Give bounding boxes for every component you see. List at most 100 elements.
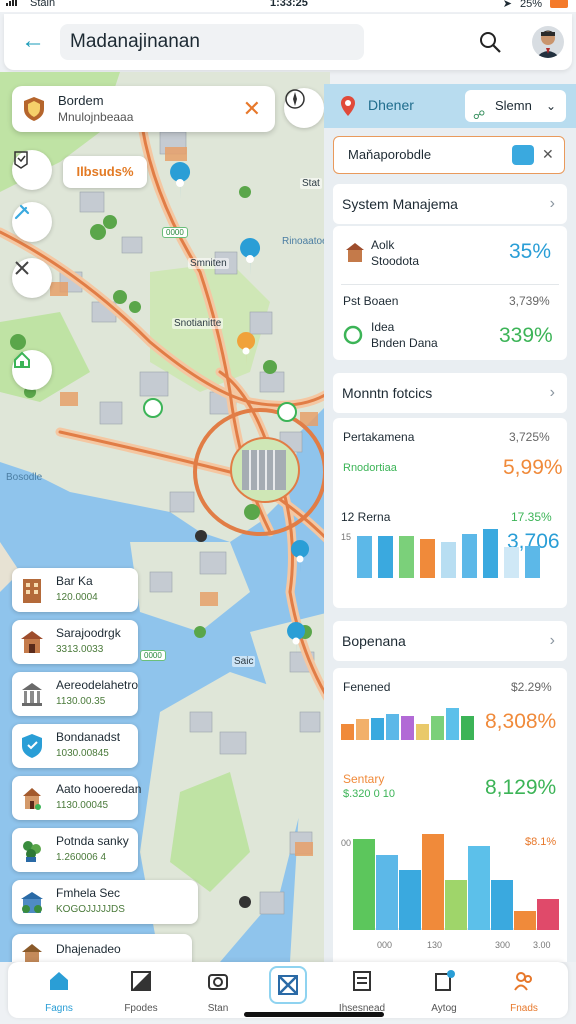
home-marker-button[interactable] [12,350,52,390]
stat-sub: $.320 0 10 [343,788,395,800]
water-label: Bosodle [6,472,43,483]
chart-bar [462,534,477,578]
list-item[interactable]: Dhajenadeo [12,934,192,962]
axis-label: 00 [341,838,352,848]
nav-list[interactable]: Ihsesnead [326,968,398,1014]
panel-header: Dhener ☍ Slemn ⌄ [324,84,576,128]
location-arrow-icon: ➤ [502,0,512,10]
list-item[interactable]: Fmhela Sec KOGOJJJJJDS [12,880,198,924]
place-code: 3313.0033 [56,644,104,655]
chevron-right-icon: › [549,384,555,401]
chart-bar [399,536,414,578]
church-icon [23,788,41,810]
section-header[interactable]: Bopenana › [333,621,567,661]
section-header[interactable]: Monntn fotcics › [333,373,567,413]
chart-bar [422,834,444,930]
list-item[interactable]: Potnda sanky 1.260006 4 [12,828,138,872]
nav-home[interactable]: Fagns [23,968,95,1014]
shield-icon [24,97,44,121]
chart-bar [431,716,444,740]
filter-text: Maňaporobdle [348,147,432,162]
location-title: Bordem [58,93,104,108]
building-icon [23,579,41,603]
plant-icon [23,841,41,862]
nav-label: Stan [207,1003,229,1014]
home-indicator [244,1012,384,1017]
binoculars-icon: ☍ [473,108,486,122]
nav-label: Fpodes [124,1003,158,1014]
stat-label: Idea [371,320,395,334]
chart-bar [401,716,414,740]
x-tick: 130 [427,940,443,950]
nav-label: Aytog [431,1003,457,1014]
place-name: Aato hooeredan [56,782,142,796]
mini-bar-chart [341,708,474,740]
stat-title: Fenened [343,680,391,694]
stat-value: 35% [509,240,552,263]
tools-button[interactable] [12,258,52,298]
chart-bar [378,536,393,578]
nav-scan[interactable] [252,964,324,1010]
location-subtitle: Mnulojnbeaaa [58,110,134,124]
location-card[interactable]: Bordem Mnulojnbeaaa ✕ [12,86,275,132]
list-item[interactable]: Aereodelahetro 1130.00.35 [12,672,138,716]
house-icon [22,944,42,962]
chart-bar [537,899,559,930]
chart-bar [461,716,474,740]
stat-small: 3,739% [509,294,550,308]
chart-bar [420,539,435,578]
badge-button[interactable] [12,150,52,190]
pin-icon [14,204,30,220]
nav-calendar[interactable]: Aytog [408,968,480,1014]
signal-icon [6,0,17,6]
clear-icon[interactable]: ✕ [542,137,554,172]
map-view[interactable]: Bordem Mnulojnbeaaa ✕ Ilbsuds% Stat Smni… [0,72,330,962]
list-item[interactable]: Sarajoodrgk 3313.0033 [12,620,138,664]
map-tag[interactable]: Ilbsuds% [63,156,147,188]
nav-camera[interactable]: Stan [182,968,254,1014]
compass-button[interactable] [284,88,324,128]
chart-bar [491,880,513,930]
stat-value: 8,129% [485,776,557,799]
place-code: KOGOJJJJJDS [56,904,125,915]
map-label: Stat [300,178,322,189]
tools-icon [15,261,29,275]
bar-chart [353,834,559,930]
list-item[interactable]: Aato hooeredan 1130.00045 [12,776,142,820]
pin-button[interactable] [12,202,52,242]
place-code: 1130.00045 [56,800,109,811]
filter-icon[interactable] [512,145,534,165]
close-icon[interactable]: ✕ [243,96,261,122]
status-bar: Stain 1:33:25 ➤ 25% [0,0,576,12]
nav-label: Fnads [510,1003,538,1014]
battery-icon [550,0,568,8]
chart-bar [371,718,384,740]
map-badge: 0000 [140,650,166,661]
chevron-right-icon: › [549,632,555,649]
section-title: System Manajema [342,196,458,212]
filter-input[interactable]: Maňaporobdle ✕ [333,136,565,174]
calendar-icon [435,970,455,991]
chart-bar [525,546,540,578]
title-field[interactable]: Madanajinanan [60,24,364,60]
panel-dropdown[interactable]: ☍ Slemn ⌄ [465,90,566,122]
chart-bar [468,846,490,930]
nav-friends[interactable]: Fnads [488,968,560,1014]
chart-bar [399,870,421,930]
stats-card: Pertakamena 3,725% Rnodortiaa 5,99% 12 R… [333,418,567,608]
nav-layers[interactable]: Fpodes [105,968,177,1014]
scan-button-frame [269,966,307,1004]
back-arrow-icon[interactable]: ← [20,28,46,54]
dashboard-panel: Dhener ☍ Slemn ⌄ Maňaporobdle ✕ System M… [324,84,576,962]
section-header[interactable]: System Manajema › [333,184,567,224]
avatar[interactable] [532,26,564,58]
search-icon[interactable] [478,30,502,54]
list-item[interactable]: Bar Ka 120.0004 [12,568,138,612]
compass-icon [285,89,305,109]
bottom-nav: Fagns Fpodes Stan Ihsesnead Aytog Fnads [8,962,568,1018]
store-icon [21,892,43,913]
stats-card: Fenened $2.29% 8,308% Sentary $.320 0 10… [333,668,567,962]
list-item[interactable]: Bondanadst 1030.00845 [12,724,138,768]
stat-title: Pst Boaen [343,294,399,308]
place-name: Aereodelahetro [56,678,139,692]
